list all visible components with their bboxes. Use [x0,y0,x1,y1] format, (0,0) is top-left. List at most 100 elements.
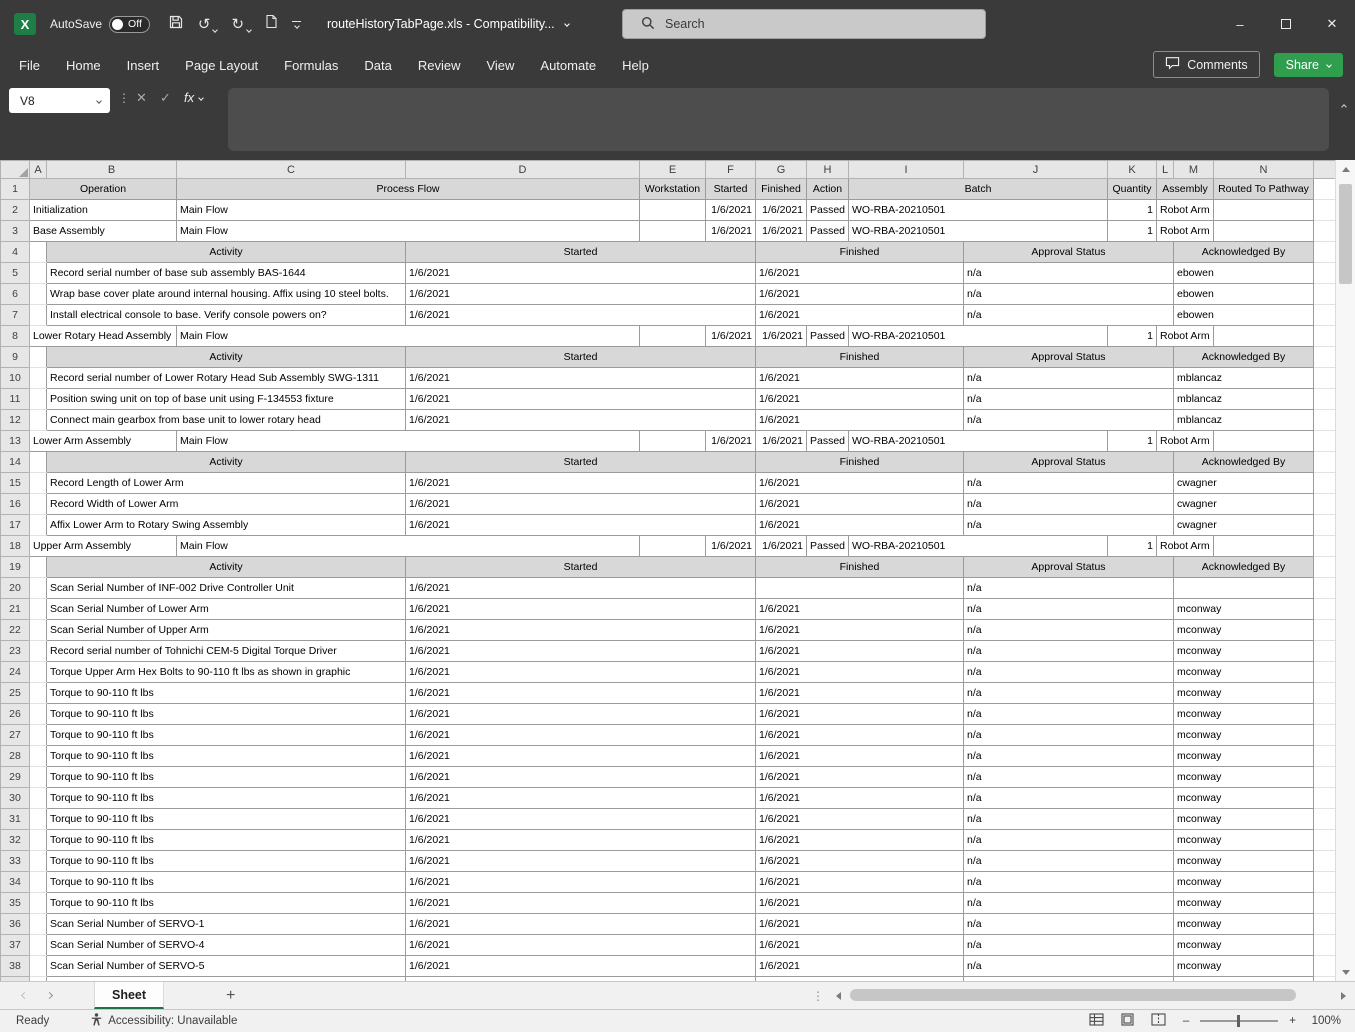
cell[interactable] [30,893,47,914]
row-header-16[interactable]: 16 [1,494,30,515]
cell[interactable] [1314,809,1336,830]
cell[interactable]: Robot Arm [1157,221,1214,242]
row-header-1[interactable]: 1 [1,179,30,200]
cell[interactable]: mconway [1174,830,1314,851]
cell[interactable]: Passed [807,326,849,347]
cell[interactable]: n/a [964,641,1174,662]
cell[interactable]: 1/6/2021 [756,746,964,767]
tab-help[interactable]: Help [609,48,662,82]
cell[interactable]: Lower Arm Assembly [30,431,177,452]
cell[interactable]: mconway [1174,935,1314,956]
cell[interactable] [30,683,47,704]
cell[interactable]: 1/6/2021 [756,599,964,620]
cell[interactable]: Main Flow [177,326,640,347]
cell[interactable] [1314,242,1336,263]
cell[interactable]: Upper Arm Assembly [30,536,177,557]
cell[interactable] [30,872,47,893]
cell[interactable]: 1/6/2021 [706,200,756,221]
cell[interactable]: Record Width of Lower Arm [47,494,406,515]
cell[interactable]: Scan Serial Number of SERVO-4 [47,935,406,956]
cell[interactable] [1314,494,1336,515]
cell[interactable] [1314,452,1336,473]
cell[interactable]: n/a [964,263,1174,284]
cell[interactable]: Action [807,179,849,200]
cell[interactable] [1214,326,1314,347]
row-header-17[interactable]: 17 [1,515,30,536]
redo-dropdown-chevron-icon[interactable] [246,27,252,33]
cell[interactable]: 1/6/2021 [406,956,756,977]
row-header-21[interactable]: 21 [1,599,30,620]
tab-automate[interactable]: Automate [527,48,609,82]
cell[interactable]: 1/6/2021 [406,725,756,746]
cell[interactable]: WO-RBA-20210501 [849,326,1108,347]
cell[interactable] [1314,767,1336,788]
cell[interactable] [1314,200,1336,221]
cell[interactable]: Torque to 90-110 ft lbs [47,725,406,746]
cell[interactable] [640,431,706,452]
cell[interactable]: Base Assembly [30,221,177,242]
row-header-5[interactable]: 5 [1,263,30,284]
fx-chevron-icon[interactable] [198,95,204,101]
col-header-K[interactable]: K [1108,161,1157,179]
name-box-chevron-icon[interactable] [96,98,102,104]
cell[interactable] [1314,956,1336,977]
cell[interactable] [1314,788,1336,809]
cell[interactable]: Connect main gearbox from base unit to l… [47,410,406,431]
cell[interactable]: Affix Lower Arm to Rotary Swing Assembly [47,515,406,536]
cell[interactable] [30,620,47,641]
cell[interactable]: 1/6/2021 [406,263,756,284]
cell[interactable] [30,851,47,872]
cell[interactable]: 1/6/2021 [756,956,964,977]
cell[interactable] [30,914,47,935]
zoom-slider[interactable] [1200,1020,1278,1022]
cell[interactable]: 1/6/2021 [756,641,964,662]
row-header-12[interactable]: 12 [1,410,30,431]
cell[interactable]: mconway [1174,746,1314,767]
cell[interactable]: n/a [964,515,1174,536]
cell[interactable]: 1/6/2021 [756,851,964,872]
cell[interactable] [1314,410,1336,431]
cell[interactable]: 1/6/2021 [706,326,756,347]
document-title-group[interactable]: routeHistoryTabPage.xls - Compatibility.… [327,17,569,31]
cell[interactable] [30,242,47,263]
cell[interactable] [1314,347,1336,368]
cell[interactable]: cwagner [1174,494,1314,515]
cell[interactable]: 1/6/2021 [706,431,756,452]
cell[interactable]: Torque to 90-110 ft lbs [47,767,406,788]
cell[interactable]: 1 [1108,326,1157,347]
cell[interactable]: 1 [1108,200,1157,221]
cell[interactable]: 1/6/2021 [406,662,756,683]
cell[interactable] [1314,389,1336,410]
row-header-38[interactable]: 38 [1,956,30,977]
cell[interactable]: mblancaz [1174,410,1314,431]
row-header-3[interactable]: 3 [1,221,30,242]
cell[interactable]: n/a [964,683,1174,704]
cell[interactable]: Activity [47,452,406,473]
row-header-8[interactable]: 8 [1,326,30,347]
cell[interactable]: Robot Arm [1157,431,1214,452]
cell[interactable]: WO-RBA-20210501 [849,431,1108,452]
collapse-formula-bar-button[interactable] [1342,96,1346,114]
cell[interactable] [1314,935,1336,956]
cell[interactable] [30,746,47,767]
row-header-15[interactable]: 15 [1,473,30,494]
cell[interactable]: 1/6/2021 [406,704,756,725]
row-header-11[interactable]: 11 [1,389,30,410]
cell[interactable]: n/a [964,809,1174,830]
cell[interactable]: Record serial number of base sub assembl… [47,263,406,284]
cell[interactable]: Quantity [1108,179,1157,200]
tab-scrollbar-splitter-icon[interactable]: ⋮ [812,989,824,1003]
cell[interactable] [30,389,47,410]
row-header-6[interactable]: 6 [1,284,30,305]
cell[interactable]: 1/6/2021 [756,767,964,788]
col-header-E[interactable]: E [640,161,706,179]
cell[interactable] [30,767,47,788]
cell[interactable]: 1/6/2021 [756,515,964,536]
cell[interactable]: 1 [1108,536,1157,557]
row-header-19[interactable]: 19 [1,557,30,578]
row-header-25[interactable]: 25 [1,683,30,704]
title-dropdown-chevron-icon[interactable] [564,21,570,27]
cell[interactable]: 1/6/2021 [406,494,756,515]
cell[interactable]: mconway [1174,872,1314,893]
cell[interactable]: Robot Arm [1157,536,1214,557]
